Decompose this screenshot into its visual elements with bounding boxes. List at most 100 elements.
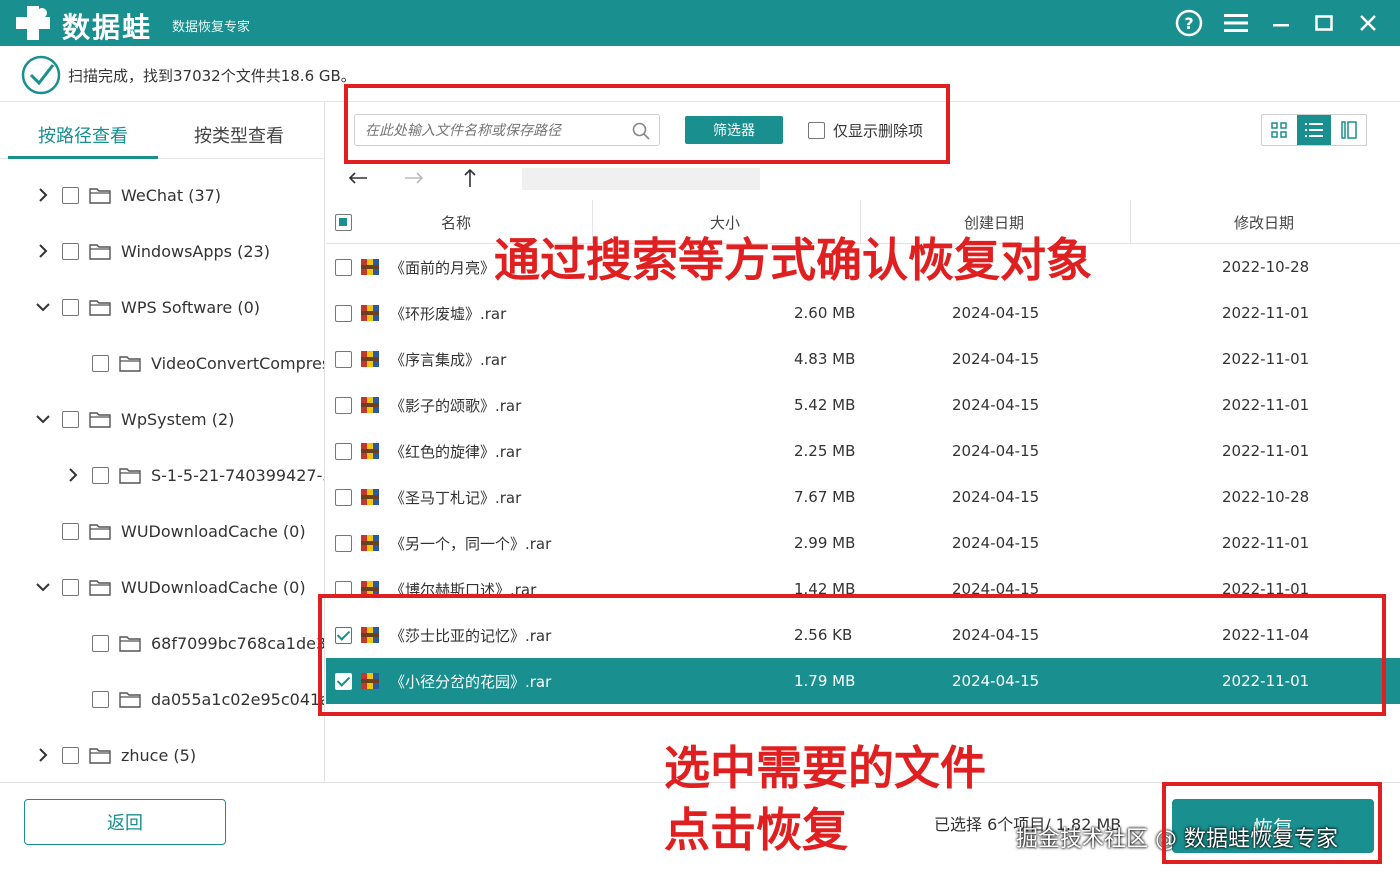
tree-item-checkbox[interactable]: [62, 298, 79, 316]
tab-by-path[interactable]: 按路径查看: [38, 122, 128, 148]
file-modified: 2022-11-01: [1222, 350, 1310, 368]
tree-item[interactable]: 68f7099bc768ca1de34: [66, 628, 324, 658]
folder-icon: [89, 412, 111, 428]
file-name: 《环形废墟》.rar: [390, 304, 507, 323]
column-header-name[interactable]: 名称: [441, 200, 471, 244]
archive-file-icon: [361, 443, 379, 459]
tree-item[interactable]: da055a1c02e95c041a: [66, 684, 324, 714]
tree-item-label: WindowsApps (23): [121, 241, 270, 261]
table-row[interactable]: 《环形废墟》.rar 2.60 MB 2024-04-15 2022-11-01: [326, 290, 1400, 336]
archive-file-icon: [361, 305, 379, 321]
back-arrow-icon[interactable]: [344, 166, 372, 190]
file-name: 《面前的月亮》: [390, 258, 496, 277]
table-row[interactable]: 《红色的旋律》.rar 2.25 MB 2024-04-15 2022-11-01: [326, 428, 1400, 474]
chevron-down-icon[interactable]: [36, 300, 50, 314]
search-input[interactable]: [365, 120, 625, 142]
only-deleted-checkbox[interactable]: [808, 122, 825, 139]
up-arrow-icon[interactable]: [456, 166, 484, 190]
file-modified: 2022-11-01: [1222, 304, 1310, 322]
maximize-icon[interactable]: [1310, 9, 1338, 37]
select-tip-annotation-line1: 选中需要的文件: [664, 741, 986, 795]
tree-item-checkbox[interactable]: [62, 522, 79, 540]
table-row[interactable]: 《序言集成》.rar 4.83 MB 2024-04-15 2022-11-01: [326, 336, 1400, 382]
row-checkbox[interactable]: [335, 396, 352, 414]
table-row[interactable]: 《圣马丁札记》.rar 7.67 MB 2024-04-15 2022-10-28: [326, 474, 1400, 520]
tree-item-label: WeChat (37): [121, 185, 222, 205]
back-button[interactable]: 返回: [24, 799, 226, 845]
tree-item-checkbox[interactable]: [62, 746, 79, 764]
column-header-modified[interactable]: 修改日期: [1234, 200, 1294, 244]
row-checkbox[interactable]: [335, 534, 352, 552]
archive-file-icon: [361, 673, 379, 689]
row-checkbox[interactable]: [335, 488, 352, 506]
search-box[interactable]: [354, 114, 660, 146]
row-checkbox[interactable]: [335, 580, 352, 598]
row-checkbox[interactable]: [335, 304, 352, 322]
tree-item-checkbox[interactable]: [62, 242, 79, 260]
chevron-down-icon[interactable]: [36, 580, 50, 594]
filter-button[interactable]: 筛选器: [685, 116, 783, 144]
row-checkbox[interactable]: [335, 626, 352, 644]
menu-icon[interactable]: [1222, 9, 1250, 37]
tree-item-label: VideoConvertCompres: [151, 353, 325, 373]
row-checkbox[interactable]: [335, 350, 352, 368]
archive-file-icon: [361, 351, 379, 367]
tree-item[interactable]: WUDownloadCache (0): [36, 516, 306, 546]
tree-item-checkbox[interactable]: [62, 186, 79, 204]
row-checkbox[interactable]: [335, 442, 352, 460]
tree-item[interactable]: VideoConvertCompres: [66, 348, 325, 378]
file-name: 《序言集成》.rar: [390, 350, 507, 369]
view-mode-toggle: [1261, 114, 1367, 146]
table-row[interactable]: 《影子的颂歌》.rar 5.42 MB 2024-04-15 2022-11-01: [326, 382, 1400, 428]
tree-item-label: WUDownloadCache (0): [121, 577, 306, 597]
table-row[interactable]: 《另一个，同一个》.rar 2.99 MB 2024-04-15 2022-11-01: [326, 520, 1400, 566]
row-checkbox[interactable]: [335, 672, 352, 690]
tree-item[interactable]: WUDownloadCache (0): [36, 572, 306, 602]
detail-view-icon[interactable]: [1331, 115, 1366, 145]
tree-item[interactable]: WPS Software (0): [36, 292, 260, 322]
chevron-right-icon[interactable]: [36, 244, 50, 258]
file-modified: 2022-11-01: [1222, 534, 1310, 552]
chevron-right-icon[interactable]: [36, 188, 50, 202]
table-row[interactable]: 《博尔赫斯口述》.rar 1.42 MB 2024-04-15 2022-11-01: [326, 566, 1400, 612]
chevron-down-icon[interactable]: [36, 412, 50, 426]
tree-item[interactable]: WindowsApps (23): [36, 236, 270, 266]
tree-item-checkbox[interactable]: [92, 634, 109, 652]
archive-file-icon: [361, 397, 379, 413]
app-name: 数据蛙: [62, 11, 153, 44]
path-bar[interactable]: [522, 168, 760, 190]
table-row[interactable]: 《小径分岔的花园》.rar 1.79 MB 2024-04-15 2022-11-01: [326, 658, 1400, 704]
tree-item-checkbox[interactable]: [92, 354, 109, 372]
tree-item-checkbox[interactable]: [92, 466, 109, 484]
close-icon[interactable]: [1354, 9, 1382, 37]
chevron-right-icon[interactable]: [36, 748, 50, 762]
tab-by-type[interactable]: 按类型查看: [194, 122, 284, 148]
table-row[interactable]: 《莎士比亚的记忆》.rar 2.56 KB 2024-04-15 2022-11-04: [326, 612, 1400, 658]
select-all-checkbox[interactable]: [335, 213, 352, 231]
select-all-checkbox-cell[interactable]: [335, 200, 352, 244]
tree-item-checkbox[interactable]: [62, 578, 79, 596]
tree-item-checkbox[interactable]: [92, 690, 109, 708]
file-name: 《莎士比亚的记忆》.rar: [390, 626, 552, 645]
help-icon[interactable]: ?: [1175, 9, 1203, 37]
list-view-icon[interactable]: [1296, 115, 1332, 145]
file-name: 《博尔赫斯口述》.rar: [390, 580, 537, 599]
tree-item[interactable]: S-1-5-21-740399427-3: [66, 460, 324, 490]
file-created: 2024-04-15: [952, 534, 1040, 552]
watermark: 掘金技术社区 @ 数据蛙恢复专家: [1016, 827, 1338, 852]
grid-view-icon[interactable]: [1262, 115, 1297, 145]
only-deleted-toggle[interactable]: 仅显示删除项: [808, 120, 923, 141]
minimize-icon[interactable]: [1267, 9, 1295, 37]
row-checkbox[interactable]: [335, 258, 352, 276]
tree-item[interactable]: zhuce (5): [36, 740, 196, 770]
tree-item-checkbox[interactable]: [62, 410, 79, 428]
folder-icon: [89, 244, 111, 260]
tree-item[interactable]: WeChat (37): [36, 180, 221, 210]
tree-item[interactable]: WpSystem (2): [36, 404, 234, 434]
chevron-right-icon[interactable]: [66, 468, 80, 482]
search-icon[interactable]: [631, 121, 651, 141]
forward-arrow-icon[interactable]: [400, 166, 428, 190]
file-size: 2.99 MB: [794, 534, 856, 552]
scan-complete-icon: [21, 55, 61, 95]
